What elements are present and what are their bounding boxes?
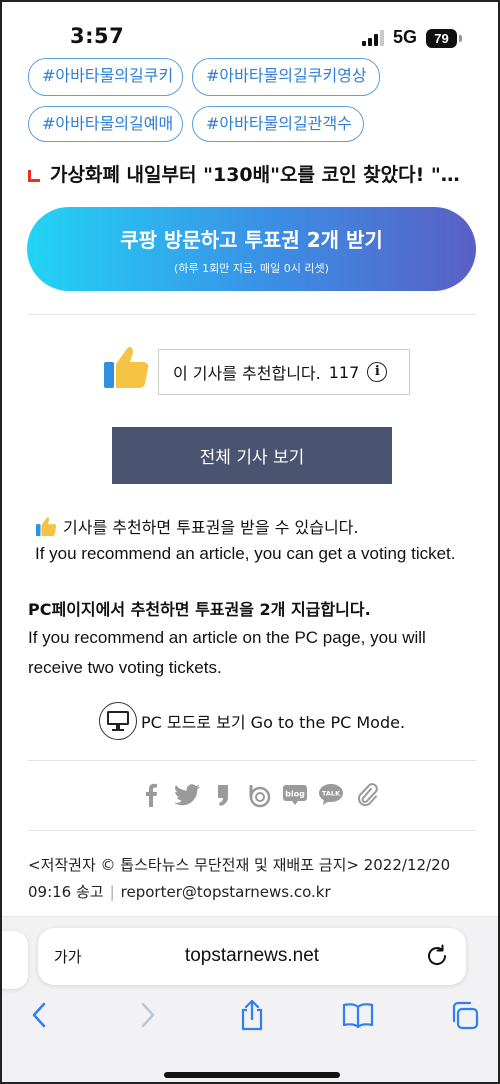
divider [28, 830, 476, 831]
divider [28, 760, 476, 761]
notice-korean: 기사를 추천하면 투표권을 받을 수 있습니다. [35, 514, 358, 538]
forward-icon[interactable] [130, 997, 166, 1033]
naver-post-icon[interactable] [210, 782, 236, 808]
phone-screen: 3:57 5G 79 #아바타물의길쿠키 #아바타물의길쿠키영상 #아바타물의길… [0, 0, 500, 1084]
tag-item[interactable]: #아바타물의길쿠키영상 [192, 58, 380, 96]
link-icon[interactable] [354, 782, 380, 808]
browser-toolbar: 가가 topstarnews.net [2, 916, 498, 1082]
battery-icon: 79 [426, 29, 462, 48]
bookmarks-icon[interactable] [340, 997, 376, 1033]
url-text: topstarnews.net [184, 945, 320, 966]
tabs-icon[interactable] [446, 997, 482, 1033]
reload-icon[interactable] [424, 943, 450, 969]
headline-bullet-icon [28, 169, 40, 182]
thumbs-up-icon [104, 346, 149, 388]
band-icon[interactable] [246, 782, 272, 808]
share-icon[interactable] [234, 997, 270, 1033]
coupang-vote-button[interactable]: 쿠팡 방문하고 투표권 2개 받기 (하루 1회만 지급, 매일 0시 리셋) [27, 207, 476, 291]
svg-text:TALK: TALK [322, 790, 341, 798]
copyright: <저작권자 © 톱스타뉴스 무단전재 및 재배포 금지> 2022/12/20 … [28, 852, 478, 906]
monitor-icon [99, 702, 137, 740]
tag-item[interactable]: #아바타물의길예매 [28, 106, 183, 142]
divider [28, 314, 476, 315]
address-bar[interactable]: 가가 topstarnews.net [38, 928, 466, 985]
talk-icon[interactable]: TALK [318, 782, 344, 808]
twitter-icon[interactable] [174, 782, 200, 808]
pc-mode-label: PC 모드로 보기 Go to the PC Mode. [141, 713, 406, 732]
copyright-line: <저작권자 © 톱스타뉴스 무단전재 및 재배포 금지> 2022/12/20 [28, 856, 451, 874]
coupang-button-title: 쿠팡 방문하고 투표권 2개 받기 [120, 228, 383, 252]
home-indicator [164, 1072, 340, 1078]
status-time: 3:57 [70, 24, 125, 48]
pc-notice-english: If you recommend an article on the PC pa… [28, 628, 426, 677]
tag-item[interactable]: #아바타물의길관객수 [192, 106, 364, 142]
notice-korean-text: 기사를 추천하면 투표권을 받을 수 있습니다. [63, 518, 359, 537]
publish-time: 09:16 송고 [28, 883, 104, 901]
previous-tab-preview[interactable] [2, 931, 28, 989]
facebook-icon[interactable] [138, 782, 164, 808]
tag-item[interactable]: #아바타물의길쿠키 [28, 58, 183, 96]
thumbs-up-icon [35, 517, 57, 537]
recommend-count: 117 [328, 362, 360, 382]
share-bar: blog TALK [138, 782, 380, 808]
blog-icon[interactable]: blog [282, 782, 308, 808]
all-articles-button[interactable]: 전체 기사 보기 [112, 427, 392, 484]
recommend-label: 이 기사를 추천합니다. [173, 364, 321, 383]
coupang-button-subtitle: (하루 1회만 지급, 매일 0시 리셋) [174, 262, 329, 275]
pc-mode-link[interactable]: PC 모드로 보기 Go to the PC Mode. [99, 702, 405, 740]
recommend-button[interactable]: 이 기사를 추천합니다. 117 i [158, 349, 410, 395]
pc-notice-title: PC페이지에서 추천하면 투표권을 2개 지급합니다. [28, 600, 371, 619]
related-headline[interactable]: 가상화폐 내일부터 "130배"오를 코인 찾았다! "… [28, 160, 488, 187]
info-icon[interactable]: i [367, 362, 388, 382]
network-type: 5G [393, 27, 418, 47]
separator: | [109, 883, 115, 901]
notice-english-text: If you recommend an article, you can get… [35, 544, 456, 563]
headline-text: 가상화폐 내일부터 "130배"오를 코인 찾았다! "… [50, 164, 460, 186]
reporter-email[interactable]: reporter@topstarnews.co.kr [121, 883, 331, 901]
svg-text:blog: blog [285, 790, 305, 799]
back-icon[interactable] [21, 997, 57, 1033]
signal-icon [362, 30, 384, 46]
